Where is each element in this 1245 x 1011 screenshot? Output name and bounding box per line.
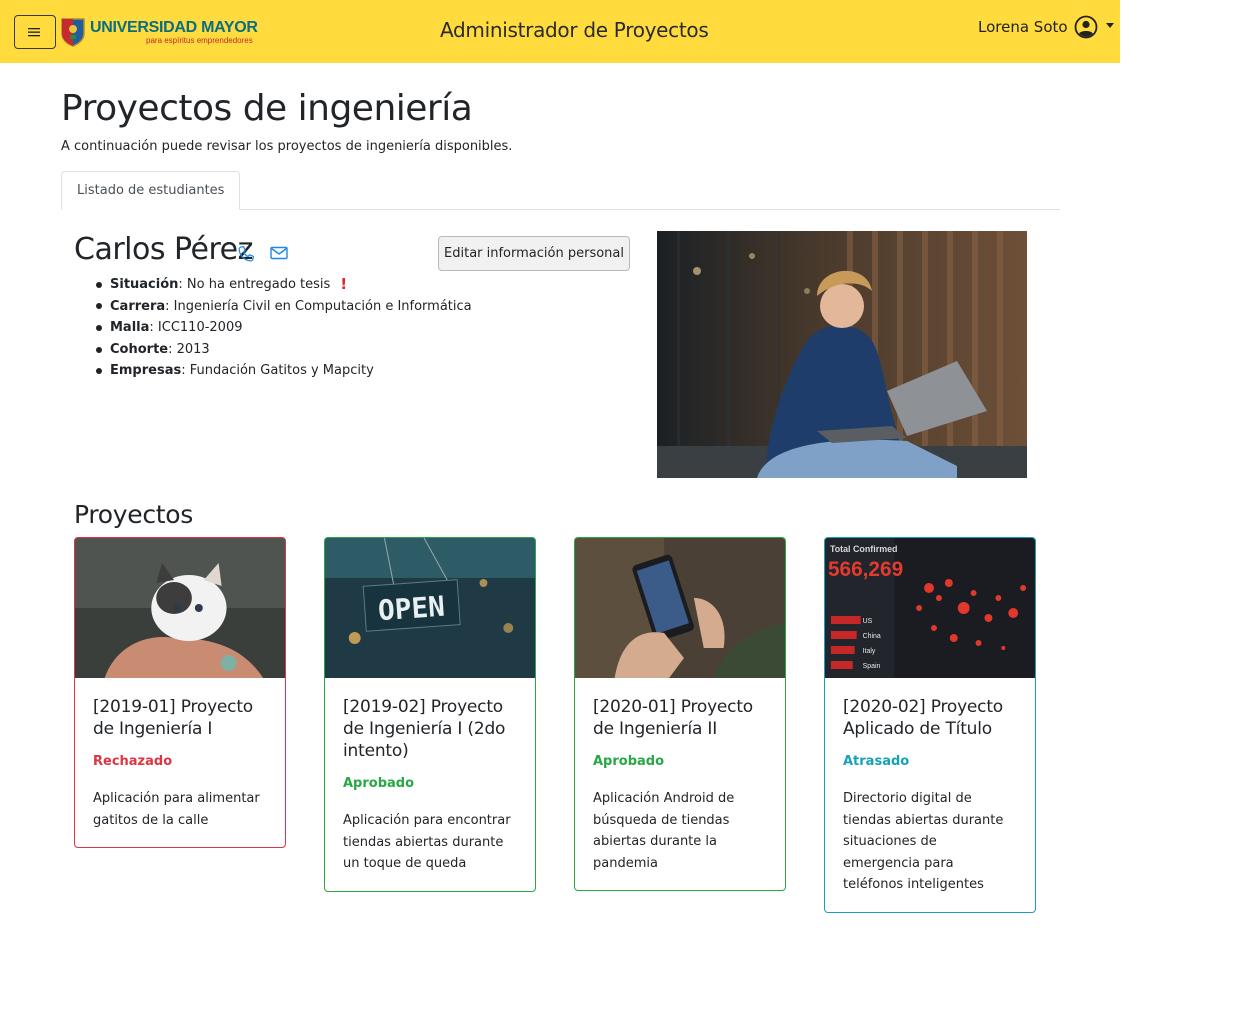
info-malla: Malla: ICC110-2009 — [96, 317, 472, 339]
project-title: [2020-01] Proyecto de Ingeniería II — [593, 697, 754, 739]
user-menu[interactable]: Lorena Soto — [978, 15, 1114, 39]
bullet — [96, 324, 102, 331]
project-image-covid-dashboard: Total Confirmed 566,269 US China Italy S… — [825, 538, 1035, 678]
project-status: Atrasado — [843, 754, 910, 769]
info-label: Malla — [110, 320, 150, 336]
project-description: Aplicación para alimentar gatitos de la … — [93, 791, 260, 828]
projects-title: Proyectos — [74, 500, 194, 529]
bullet — [96, 281, 102, 288]
email-icon[interactable] — [270, 245, 288, 265]
logo-tagline: para espíritus emprendedores — [146, 35, 253, 45]
chevron-down-icon — [1105, 22, 1114, 28]
project-description: Directorio digital de tiendas abiertas d… — [843, 791, 1004, 892]
logo-title: UNIVERSIDAD MAYOR — [90, 18, 258, 36]
student-info-list: Situación: No ha entregado tesis! Carrer… — [96, 274, 472, 382]
project-card[interactable]: [2019-01] Proyecto de Ingeniería I Recha… — [74, 537, 286, 848]
open-sign-text: OPEN — [377, 590, 446, 628]
menu-toggle-button[interactable] — [14, 15, 56, 49]
user-avatar-icon — [1074, 15, 1097, 39]
crest-icon — [61, 18, 85, 47]
project-title: [2019-02] Proyecto de Ingeniería I (2do … — [343, 697, 506, 761]
phone-icon[interactable] — [236, 244, 256, 268]
info-value: : Fundación Gatitos y Mapcity — [181, 363, 374, 379]
exclamation-icon: ! — [340, 275, 348, 293]
dashboard-row-label: Italy — [863, 648, 876, 655]
info-cohorte: Cohorte: 2013 — [96, 339, 472, 361]
dashboard-row-label: Spain — [863, 663, 881, 670]
university-logo[interactable]: UNIVERSIDAD MAYOR para espíritus emprend… — [60, 16, 258, 48]
project-image-kitten — [75, 538, 285, 678]
student-name: Carlos Pérez — [74, 232, 253, 267]
bullet — [96, 346, 102, 353]
project-card[interactable]: Total Confirmed 566,269 US China Italy S… — [824, 537, 1036, 913]
edit-personal-info-button[interactable]: Editar información personal — [438, 236, 630, 271]
info-empresas: Empresas: Fundación Gatitos y Mapcity — [96, 360, 472, 382]
project-card[interactable]: [2020-01] Proyecto de Ingeniería II Apro… — [574, 537, 786, 891]
project-description: Aplicación para encontrar tiendas abiert… — [343, 813, 511, 871]
dashboard-label: Total Confirmed — [830, 544, 898, 554]
project-status: Aprobado — [593, 754, 665, 769]
student-photo — [657, 231, 1027, 478]
hamburger-icon — [28, 28, 40, 37]
info-label: Empresas — [110, 363, 182, 379]
project-status: Aprobado — [343, 776, 415, 791]
info-situacion: Situación: No ha entregado tesis! — [96, 274, 472, 296]
tab-bar: Listado de estudiantes — [61, 171, 1060, 210]
info-label: Carrera — [110, 298, 166, 314]
page-subtitle: A continuación puede revisar los proyect… — [61, 139, 513, 154]
project-card[interactable]: OPEN [2019-02] Proyecto de Ingeniería I … — [324, 537, 536, 892]
user-name: Lorena Soto — [978, 18, 1068, 36]
info-value: : Ingeniería Civil en Computación e Info… — [165, 298, 472, 314]
info-value: : 2013 — [168, 341, 210, 357]
project-image-open-sign: OPEN — [325, 538, 535, 678]
app-title: Administrador de Proyectos — [440, 18, 709, 42]
project-title: [2019-01] Proyecto de Ingeniería I — [93, 697, 254, 739]
dashboard-value: 566,269 — [828, 558, 903, 581]
info-label: Cohorte — [110, 341, 169, 357]
navbar: UNIVERSIDAD MAYOR para espíritus emprend… — [0, 0, 1120, 63]
page-title: Proyectos de ingeniería — [61, 88, 473, 129]
project-description: Aplicación Android de búsqueda de tienda… — [593, 791, 735, 871]
info-value: : ICC110-2009 — [149, 320, 243, 336]
info-value: : No ha entregado tesis — [178, 277, 331, 292]
project-title: [2020-02] Proyecto Aplicado de Título — [843, 697, 1004, 739]
info-label: Situación — [110, 277, 179, 292]
bullet — [96, 368, 102, 375]
dashboard-row-label: China — [863, 633, 881, 640]
info-carrera: Carrera: Ingeniería Civil en Computación… — [96, 296, 472, 318]
tab-students[interactable]: Listado de estudiantes — [61, 171, 241, 210]
project-status: Rechazado — [93, 754, 173, 769]
dashboard-row-label: US — [863, 618, 873, 625]
project-image-phone — [575, 538, 785, 678]
bullet — [96, 303, 102, 310]
